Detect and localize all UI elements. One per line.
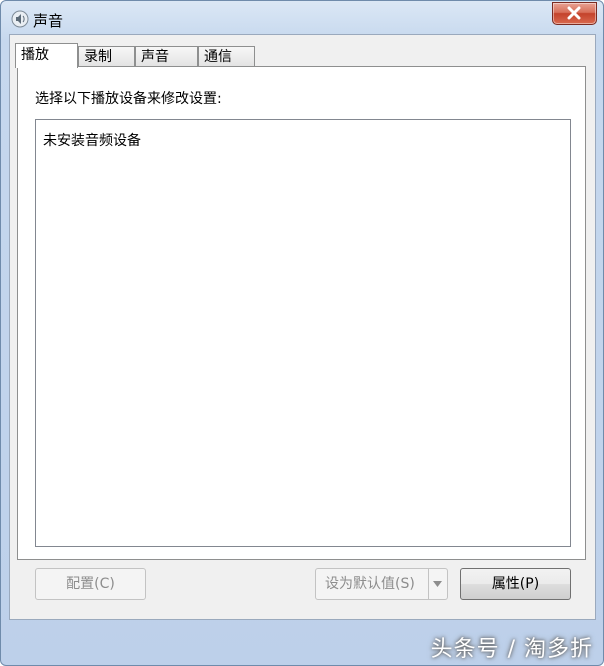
empty-list-message: 未安装音频设备 — [43, 133, 141, 149]
configure-button[interactable]: 配置(C) — [35, 568, 146, 600]
close-button[interactable] — [552, 2, 597, 25]
tab-sounds[interactable]: 声音 — [135, 46, 198, 66]
tab-playback[interactable]: 播放 — [15, 43, 78, 68]
device-list[interactable]: 未安装音频设备 — [35, 119, 571, 547]
title-bar[interactable]: 声音 — [1, 1, 603, 37]
properties-button[interactable]: 属性(P) — [460, 568, 571, 600]
set-default-label: 设为默认值(S) — [325, 576, 415, 592]
watermark: 头条号 / 淘多折 — [430, 637, 593, 662]
sound-dialog: 声音 播放 录制 声音 通信 选择以下播放设备来修改设置: 未安装音频设备 配置… — [0, 0, 604, 666]
set-default-split-button[interactable]: 设为默认值(S) — [315, 568, 448, 600]
playback-panel: 选择以下播放设备来修改设置: 未安装音频设备 — [17, 66, 586, 560]
tab-communications[interactable]: 通信 — [198, 46, 255, 66]
instruction-label: 选择以下播放设备来修改设置: — [35, 91, 222, 107]
window-title: 声音 — [33, 12, 64, 30]
close-icon — [567, 6, 581, 20]
dialog-client-area: 播放 录制 声音 通信 选择以下播放设备来修改设置: 未安装音频设备 配置(C)… — [9, 34, 596, 620]
chevron-down-icon — [433, 581, 442, 587]
set-default-dropdown[interactable] — [428, 569, 447, 599]
speaker-icon — [11, 10, 29, 28]
tab-recording[interactable]: 录制 — [78, 46, 135, 66]
